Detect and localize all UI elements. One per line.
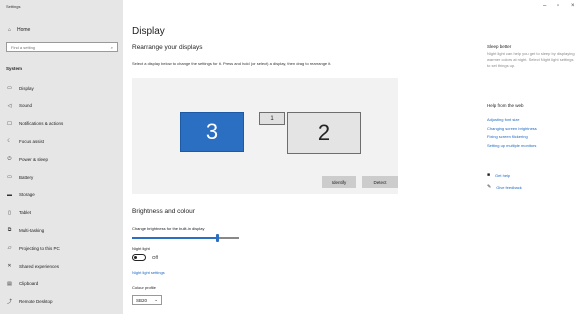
sidebar-item-label: Focus assist xyxy=(19,138,45,144)
speaker-icon: ◁ xyxy=(7,102,12,109)
sidebar-item-power-sleep[interactable]: ⏻ Power & sleep xyxy=(6,154,49,164)
sidebar-item-label: Display xyxy=(19,85,34,91)
sidebar-item-label: Remote Desktop xyxy=(19,299,53,305)
help-link[interactable]: Setting up multiple monitors xyxy=(487,143,536,148)
colour-profile-dropdown[interactable]: SB20 ⌄ xyxy=(132,295,162,305)
sidebar-item-label: Power & sleep xyxy=(19,156,49,162)
rearrange-heading: Rearrange your displays xyxy=(132,44,203,51)
monitor-3[interactable]: 3 xyxy=(180,112,244,152)
sidebar-item-label: Notifications & actions xyxy=(19,121,64,127)
sidebar-item-storage[interactable]: ▬ Storage xyxy=(6,190,35,200)
remote-icon: ⤴ xyxy=(6,299,12,306)
sidebar-item-label: Battery xyxy=(19,174,34,180)
home-link[interactable]: ⌂ Home xyxy=(6,27,30,33)
sidebar-item-label: Shared experiences xyxy=(19,263,60,269)
projector-icon: ▱ xyxy=(7,245,12,252)
chat-icon: ■ xyxy=(487,172,491,178)
brightness-label: Change brightness for the built-in displ… xyxy=(132,226,205,231)
home-icon: ⌂ xyxy=(7,27,12,33)
sidebar-item-sound[interactable]: ◁ Sound xyxy=(6,101,32,111)
rearrange-instruction: Select a display below to change the set… xyxy=(132,61,332,66)
search-icon: ⌕ xyxy=(110,44,113,50)
home-label: Home xyxy=(17,27,31,33)
sidebar-item-projecting-to-this-pc[interactable]: ▱ Projecting to this PC xyxy=(6,243,60,253)
help-link[interactable]: Adjusting font size xyxy=(487,117,519,122)
night-light-settings-link[interactable]: Night light settings xyxy=(132,270,165,275)
sidebar-item-label: Clipboard xyxy=(19,281,39,287)
shared-icon: ✕ xyxy=(7,263,12,269)
sidebar-item-remote-desktop[interactable]: ⤴ Remote Desktop xyxy=(6,297,53,307)
night-light-state: Off xyxy=(152,255,158,260)
help-heading: Help from the web xyxy=(487,103,524,108)
sleep-better-heading: Sleep better xyxy=(487,44,512,49)
display-arrangement-area: 3 1 2 xyxy=(132,78,398,194)
moon-icon: ☾ xyxy=(7,138,12,145)
toggle-knob xyxy=(134,256,137,259)
sidebar-item-label: Storage xyxy=(19,192,35,198)
get-help-link[interactable]: ■ Get help xyxy=(487,172,510,178)
sidebar: Settings ⌂ Home Find a setting ⌕ System … xyxy=(0,0,123,314)
minimize-button[interactable]: – xyxy=(543,3,546,9)
sidebar-item-shared-experiences[interactable]: ✕ Shared experiences xyxy=(6,261,59,271)
help-link[interactable]: Fixing screen flickering xyxy=(487,134,528,139)
section-header: System xyxy=(6,66,23,71)
monitor-1[interactable]: 1 xyxy=(259,112,285,125)
notification-icon: ☐ xyxy=(7,120,12,127)
sidebar-item-display[interactable]: ▭ Display xyxy=(6,83,34,93)
storage-icon: ▬ xyxy=(7,191,12,198)
sidebar-item-tablet[interactable]: ▯ Tablet xyxy=(6,208,31,218)
page-title: Display xyxy=(132,26,165,37)
sidebar-item-multi-tasking[interactable]: ⧉ Multi-tasking xyxy=(6,225,45,235)
sidebar-item-label: Sound xyxy=(19,103,33,109)
night-light-label: Night light xyxy=(132,246,150,251)
identify-button[interactable]: Identify xyxy=(322,176,356,188)
detect-button[interactable]: Detect xyxy=(362,176,398,188)
sidebar-item-label: Projecting to this PC xyxy=(19,245,60,251)
search-placeholder: Find a setting xyxy=(11,44,36,50)
monitor-icon: ▭ xyxy=(7,85,12,91)
close-button[interactable]: × xyxy=(571,3,575,9)
give-feedback-label: Give feedback xyxy=(496,184,522,190)
night-light-toggle[interactable] xyxy=(132,254,146,261)
brightness-slider-thumb[interactable] xyxy=(216,234,220,242)
window-title: Settings xyxy=(6,4,21,9)
sleep-better-text: Night light can help you get to sleep by… xyxy=(487,51,575,68)
tablet-icon: ▯ xyxy=(8,209,11,216)
clipboard-icon: ▤ xyxy=(7,280,12,287)
sidebar-item-label: Multi-tasking xyxy=(19,227,45,233)
give-feedback-link[interactable]: ✎ Give feedback xyxy=(487,184,522,190)
sidebar-item-battery[interactable]: ▭ Battery xyxy=(6,172,33,182)
chevron-down-icon: ⌄ xyxy=(154,297,158,302)
search-input[interactable]: Find a setting ⌕ xyxy=(6,42,118,52)
sidebar-item-notifications-actions[interactable]: ☐ Notifications & actions xyxy=(6,119,63,129)
feedback-icon: ✎ xyxy=(487,184,492,190)
brightness-slider-fill xyxy=(132,237,218,239)
colour-profile-value: SB20 xyxy=(136,297,148,303)
brightness-slider[interactable] xyxy=(132,234,239,242)
sidebar-item-clipboard[interactable]: ▤ Clipboard xyxy=(6,279,38,289)
monitor-2[interactable]: 2 xyxy=(287,112,361,154)
sidebar-item-label: Tablet xyxy=(19,210,32,216)
get-help-label: Get help xyxy=(495,172,511,178)
colour-profile-label: Colour profile xyxy=(132,285,156,290)
maximize-button[interactable]: ▫ xyxy=(557,3,559,9)
brightness-heading: Brightness and colour xyxy=(132,208,195,215)
power-icon: ⏻ xyxy=(7,156,12,163)
multitask-icon: ⧉ xyxy=(7,227,12,234)
help-link[interactable]: Changing screen brightness xyxy=(487,126,537,131)
battery-icon: ▭ xyxy=(7,174,12,180)
sidebar-item-focus-assist[interactable]: ☾ Focus assist xyxy=(6,136,44,146)
